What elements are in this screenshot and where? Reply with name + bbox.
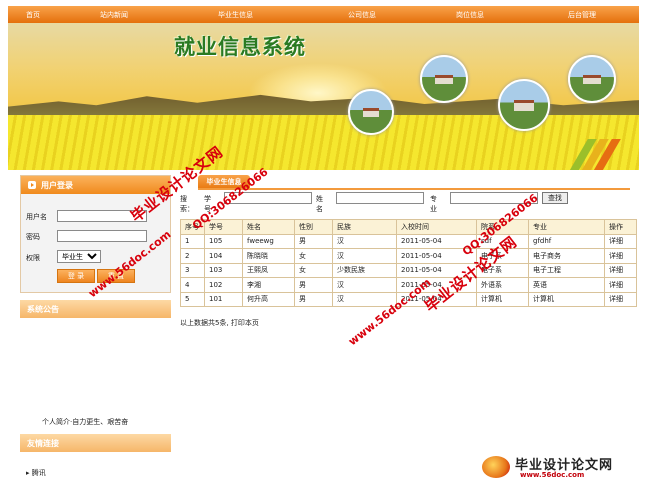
table-cell: 汉 xyxy=(332,277,397,293)
header-banner: 就业信息系统 xyxy=(8,23,639,170)
name-label: 姓名 xyxy=(316,195,323,213)
nav-item-jobs[interactable]: 岗位信息 xyxy=(456,10,484,20)
table-cell: 电子工程 xyxy=(528,262,605,278)
links-panel-title: 友情连接 xyxy=(27,438,59,448)
nav-item-news[interactable]: 站内新闻 xyxy=(100,10,128,20)
login-button[interactable]: 登 录 xyxy=(57,269,95,283)
table-cell: 102 xyxy=(204,277,243,293)
table-cell: 1 xyxy=(180,233,205,249)
major-label: 专业 xyxy=(430,195,437,213)
name-input[interactable] xyxy=(336,192,424,204)
login-panel-header: 用户登录 xyxy=(21,176,170,194)
table-row: 2 104 陈晓晓女汉 2011-05-04 电子系 电子商务 详细 xyxy=(180,248,637,264)
col-enroll-date: 入校时间 xyxy=(396,219,477,235)
table-cell: 计算机 xyxy=(528,291,605,307)
table-cell: fweewg xyxy=(242,233,295,249)
notice-panel: 系统公告 个人简介·自力更生、艰苦奋 xyxy=(20,300,171,430)
table-cell: 王熙凤 xyxy=(242,262,295,278)
banner-photo-3 xyxy=(498,79,550,131)
col-major: 专业 xyxy=(528,219,605,235)
table-cell: 少数民族 xyxy=(332,262,397,278)
site-title: 就业信息系统 xyxy=(174,34,306,59)
table-cell: gfdhf xyxy=(528,233,605,249)
table-footer-note: 以上数据共5条, 打印本页 xyxy=(180,319,259,327)
table-cell: 外语系 xyxy=(476,277,529,293)
link-item-tencent[interactable]: ▸ 腾讯 xyxy=(26,468,46,478)
arrow-icon xyxy=(28,181,36,189)
nav-item-home[interactable]: 首页 xyxy=(26,10,40,20)
banner-field xyxy=(8,115,639,170)
col-ethnicity: 民族 xyxy=(332,219,397,235)
brand-logo-icon xyxy=(482,456,510,478)
nav-item-graduates[interactable]: 毕业生信息 xyxy=(218,10,253,20)
col-action: 操作 xyxy=(604,219,637,235)
table-header-row: 序号 学号 姓名 性别 民族 入校时间 院系 专业 操作 xyxy=(180,219,637,235)
table-cell: 英语 xyxy=(528,277,605,293)
role-label: 权限 xyxy=(26,254,40,262)
table-cell: 女 xyxy=(294,248,333,264)
notice-scroll-text[interactable]: 个人简介·自力更生、艰苦奋 xyxy=(42,417,128,427)
detail-link[interactable]: 详细 xyxy=(604,233,637,249)
table-cell: 电子商务 xyxy=(528,248,605,264)
password-input[interactable] xyxy=(57,230,147,242)
banner-stripes xyxy=(564,133,624,170)
brand-logo: 毕业设计论文网 www.56doc.com xyxy=(480,452,640,482)
table-cell: 汉 xyxy=(332,248,397,264)
table-cell: 男 xyxy=(294,233,333,249)
table-cell: 101 xyxy=(204,291,243,307)
nav-item-companies[interactable]: 公司信息 xyxy=(348,10,376,20)
link-item-label: 腾讯 xyxy=(31,469,46,477)
search-button[interactable]: 查找 xyxy=(542,192,568,204)
search-prefix: 搜索： xyxy=(180,195,194,213)
table-cell: 4 xyxy=(180,277,205,293)
col-name: 姓名 xyxy=(242,219,295,235)
banner-photo-1 xyxy=(348,89,394,135)
role-select[interactable]: 毕业生 xyxy=(57,250,101,263)
brand-url: www.56doc.com xyxy=(520,471,585,479)
password-label: 密码 xyxy=(26,233,40,241)
username-label: 用户名 xyxy=(26,213,47,221)
table-cell: 陈晓晓 xyxy=(242,248,295,264)
table-row: 3 103 王熙凤女少数民族 2011-05-04 电子系 电子工程 详细 xyxy=(180,262,637,278)
tab-underline xyxy=(198,188,630,190)
table-cell: 女 xyxy=(294,262,333,278)
table-cell: 104 xyxy=(204,248,243,264)
links-panel: 友情连接 ▸ 腾讯 xyxy=(20,434,171,484)
detail-link[interactable]: 详细 xyxy=(604,248,637,264)
table-row: 1 105 fweewg 男汉 2011-05-04 sdf gfdhf 详细 xyxy=(180,233,637,249)
top-nav: 首页 站内新闻 毕业生信息 公司信息 岗位信息 后台管理 xyxy=(8,6,639,23)
detail-link[interactable]: 详细 xyxy=(604,262,637,278)
table-cell: 105 xyxy=(204,233,243,249)
table-cell: 2 xyxy=(180,248,205,264)
table-cell: 5 xyxy=(180,291,205,307)
banner-photo-4 xyxy=(568,55,616,103)
table-cell: 男 xyxy=(294,277,333,293)
col-gender: 性别 xyxy=(294,219,333,235)
notice-panel-header: 系统公告 xyxy=(20,300,171,318)
table-cell: 3 xyxy=(180,262,205,278)
table-cell: 何升高 xyxy=(242,291,295,307)
table-cell: 103 xyxy=(204,262,243,278)
detail-link[interactable]: 详细 xyxy=(604,277,637,293)
nav-item-admin[interactable]: 后台管理 xyxy=(568,10,596,20)
detail-link[interactable]: 详细 xyxy=(604,291,637,307)
table-cell: 汉 xyxy=(332,233,397,249)
table-cell: 计算机 xyxy=(476,291,529,307)
notice-panel-title: 系统公告 xyxy=(27,304,59,314)
table-cell: 李湘 xyxy=(242,277,295,293)
banner-photo-2 xyxy=(420,55,468,103)
links-panel-header: 友情连接 xyxy=(20,434,171,452)
login-panel-title: 用户登录 xyxy=(41,180,73,190)
table-cell: 男 xyxy=(294,291,333,307)
